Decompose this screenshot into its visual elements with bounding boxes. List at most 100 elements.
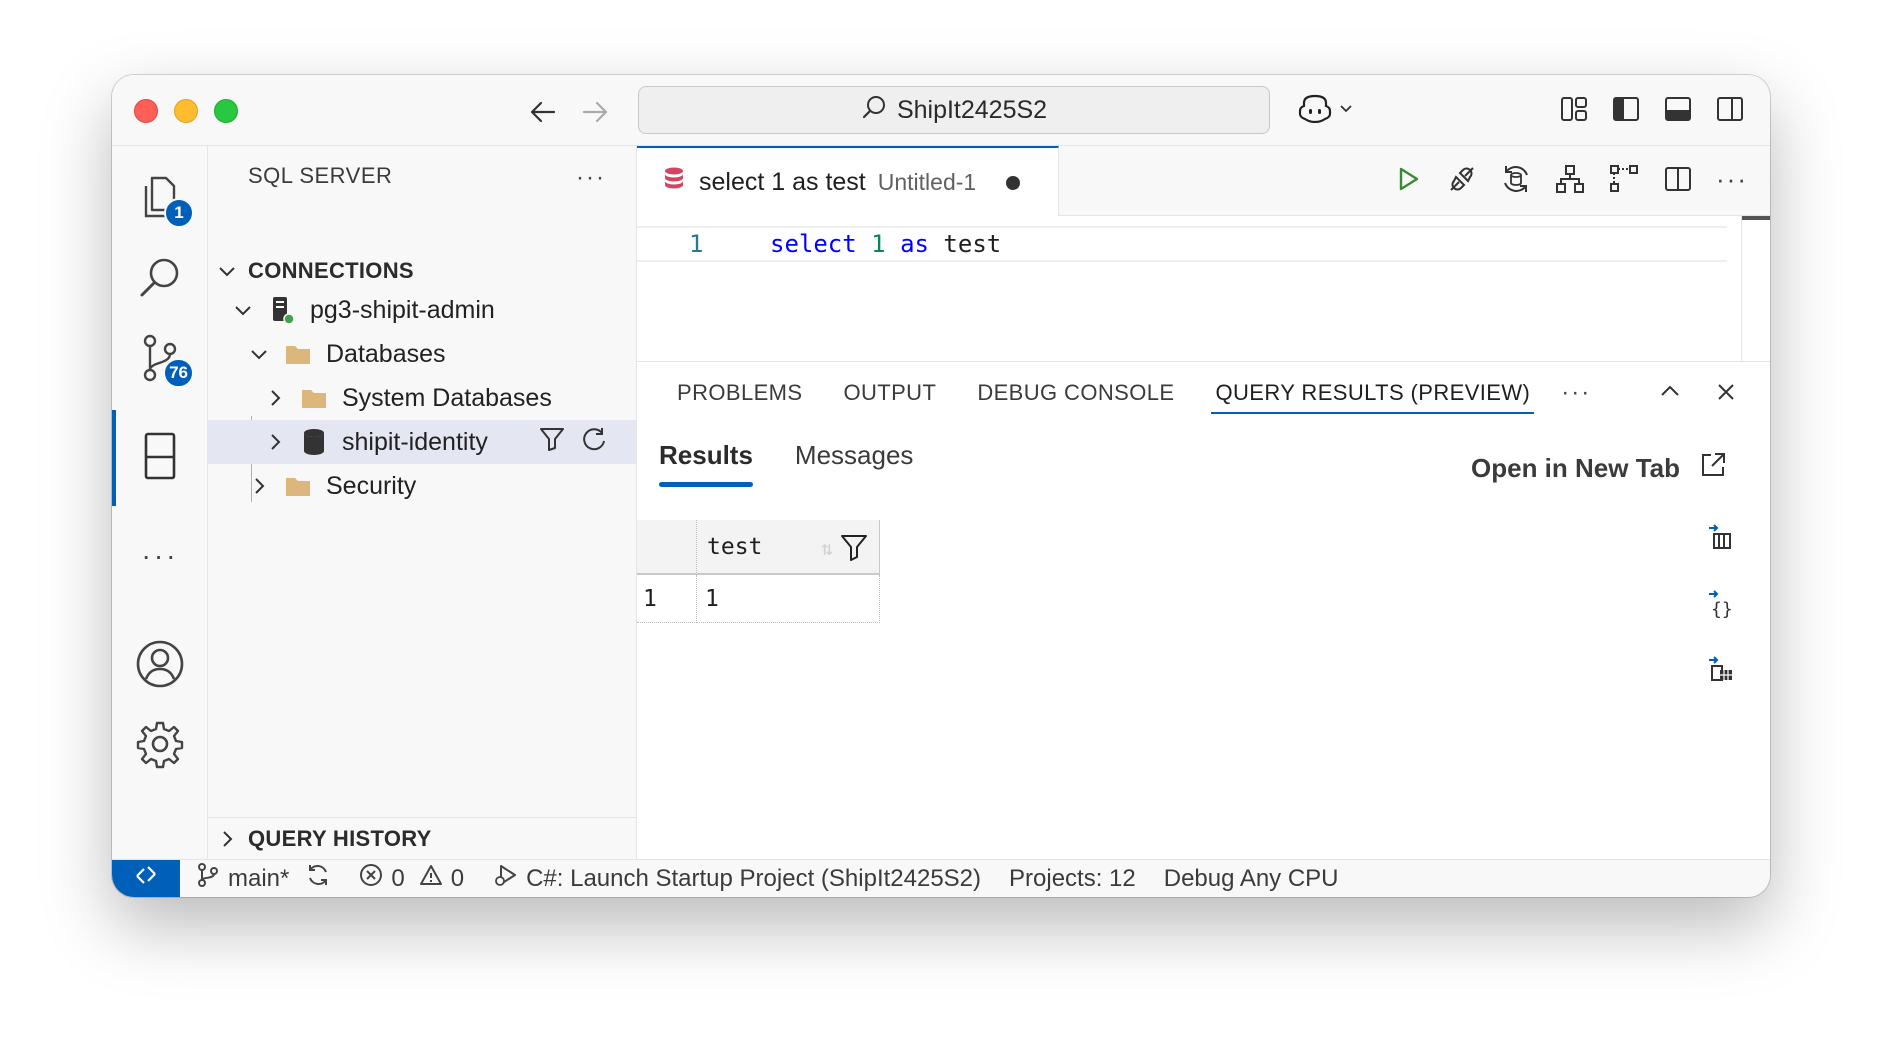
launch-config[interactable]: C#: Launch Startup Project (ShipIt2425S2… <box>492 862 981 895</box>
code-line-1[interactable]: select 1 as test <box>770 230 1001 258</box>
activity-bar: 1 76 ··· <box>112 146 208 859</box>
save-as-json-icon[interactable]: {} <box>1706 588 1736 620</box>
toggle-panel-icon[interactable] <box>1662 93 1694 125</box>
account-icon <box>135 639 185 694</box>
code-editor[interactable]: 1 select 1 as test <box>637 216 1770 361</box>
change-database-icon[interactable] <box>1500 163 1532 195</box>
toggle-secondary-sidebar-icon[interactable] <box>1714 93 1746 125</box>
panel-more-icon[interactable]: ··· <box>1561 379 1591 407</box>
build-config[interactable]: Debug Any CPU <box>1164 865 1339 893</box>
toggle-primary-sidebar-icon[interactable] <box>1610 93 1642 125</box>
tab-problems[interactable]: PROBLEMS <box>677 362 802 424</box>
projects-indicator[interactable]: Projects: 12 <box>1009 865 1136 893</box>
results-tab[interactable]: Results <box>659 440 753 487</box>
grid-corner-cell[interactable] <box>637 520 697 575</box>
zoom-window-button[interactable] <box>214 99 238 123</box>
results-tabs: Results Messages <box>659 440 913 487</box>
warning-icon <box>419 863 443 894</box>
close-panel-icon[interactable] <box>1712 378 1740 411</box>
more-views[interactable]: ··· <box>112 516 208 596</box>
search-activity[interactable] <box>112 240 208 320</box>
tree-item-label: System Databases <box>342 383 552 412</box>
explorer-activity[interactable]: 1 <box>112 160 208 240</box>
tree-item-system-databases[interactable]: System Databases <box>208 376 636 420</box>
editor-more-icon[interactable]: ··· <box>1716 163 1748 195</box>
chevron-right-icon <box>262 385 288 411</box>
sync-icon[interactable] <box>305 862 331 895</box>
editor-area: select 1 as test Untitled-1 ··· 1 select… <box>637 146 1770 859</box>
query-plan-icon[interactable] <box>1554 163 1586 195</box>
row-number[interactable]: 1 <box>637 575 697 623</box>
editor-tab-bar: select 1 as test Untitled-1 ··· <box>637 146 1770 217</box>
filter-icon[interactable] <box>839 532 869 568</box>
tree-item-server[interactable]: pg3-shipit-admin <box>208 288 636 332</box>
scrollbar-marker[interactable] <box>1742 216 1770 220</box>
tree-item-shipit-identity[interactable]: shipit-identity <box>208 420 636 464</box>
run-query-icon[interactable] <box>1392 163 1424 195</box>
tree-item-databases[interactable]: Databases <box>208 332 636 376</box>
save-as-excel-icon[interactable] <box>1706 654 1736 684</box>
code-keyword: as <box>900 230 929 258</box>
filter-icon[interactable] <box>538 425 566 460</box>
source-control-activity[interactable]: 76 <box>112 320 208 400</box>
estimated-plan-icon[interactable] <box>1608 163 1640 195</box>
folder-icon <box>284 472 312 500</box>
manage-activity[interactable] <box>112 706 208 786</box>
explorer-badge: 1 <box>164 198 194 228</box>
tree-item-label: pg3-shipit-admin <box>310 295 495 324</box>
sql-server-activity[interactable] <box>112 406 208 510</box>
forward-arrow-icon[interactable] <box>578 95 612 129</box>
external-link-icon <box>1698 450 1728 487</box>
connections-section-header[interactable]: CONNECTIONS <box>208 250 636 292</box>
remote-indicator[interactable] <box>112 860 180 897</box>
grid-cell[interactable]: 1 <box>697 575 880 623</box>
vscode-window: ShipIt2425S2 1 76 ··· SQL SERVER ··· CON… <box>112 75 1770 897</box>
save-as-csv-icon[interactable] <box>1706 522 1736 552</box>
tree-item-label: Security <box>326 471 417 500</box>
query-history-section-header[interactable]: QUERY HISTORY <box>208 817 636 859</box>
command-center-label: ShipIt2425S2 <box>896 95 1048 124</box>
branch-indicator[interactable]: main* <box>196 862 331 895</box>
disconnect-icon[interactable] <box>1446 163 1478 195</box>
split-editor-icon[interactable] <box>1662 163 1694 195</box>
tab-query-results[interactable]: QUERY RESULTS (PREVIEW) <box>1211 362 1535 424</box>
search-icon <box>137 255 183 306</box>
branch-label: main* <box>228 864 290 892</box>
command-center-search[interactable]: ShipIt2425S2 <box>638 86 1270 134</box>
tab-title: select 1 as test <box>699 168 866 196</box>
build-config-label: Debug Any CPU <box>1163 864 1339 892</box>
chevron-down-icon <box>1338 100 1354 121</box>
tab-description: Untitled-1 <box>877 169 977 195</box>
database-icon <box>663 167 685 198</box>
chevron-down-icon <box>230 297 256 323</box>
error-count: 0 <box>391 864 405 892</box>
close-window-button[interactable] <box>134 99 158 123</box>
accounts-activity[interactable] <box>112 626 208 706</box>
minimize-window-button[interactable] <box>174 99 198 123</box>
sql-server-sidebar: SQL SERVER ··· CONNECTIONS pg3-shipit-ad… <box>208 146 637 859</box>
search-icon <box>861 94 887 127</box>
tab-debug-console[interactable]: DEBUG CONSOLE <box>977 362 1174 424</box>
editor-actions: ··· <box>1392 163 1748 195</box>
back-arrow-icon[interactable] <box>526 95 560 129</box>
column-header-label: test <box>707 533 763 560</box>
maximize-panel-icon[interactable] <box>1656 378 1684 411</box>
customize-layout-icon[interactable] <box>1558 93 1590 125</box>
editor-tab-untitled-1[interactable]: select 1 as test Untitled-1 <box>637 146 1059 217</box>
copilot-menu[interactable] <box>1298 91 1354 129</box>
copilot-icon <box>1298 93 1332 128</box>
chevron-down-icon <box>214 258 240 284</box>
column-header-test[interactable]: test ⇅ <box>697 520 880 575</box>
chevron-right-icon <box>262 429 288 455</box>
status-bar: main* 0 0 C#: Launch Startup Project (Sh… <box>112 859 1770 897</box>
tab-output[interactable]: OUTPUT <box>843 362 936 424</box>
tree-item-security[interactable]: Security <box>208 464 636 508</box>
sidebar-more-icon[interactable]: ··· <box>576 164 606 192</box>
unsaved-dot-icon[interactable] <box>1006 175 1021 190</box>
problems-indicator[interactable]: 0 0 <box>359 863 464 894</box>
open-in-new-tab-button[interactable]: Open in New Tab <box>1471 450 1728 487</box>
sort-icon[interactable]: ⇅ <box>821 536 833 560</box>
results-side-actions: {} <box>1706 522 1736 684</box>
refresh-icon[interactable] <box>580 425 608 460</box>
messages-tab[interactable]: Messages <box>795 440 914 487</box>
